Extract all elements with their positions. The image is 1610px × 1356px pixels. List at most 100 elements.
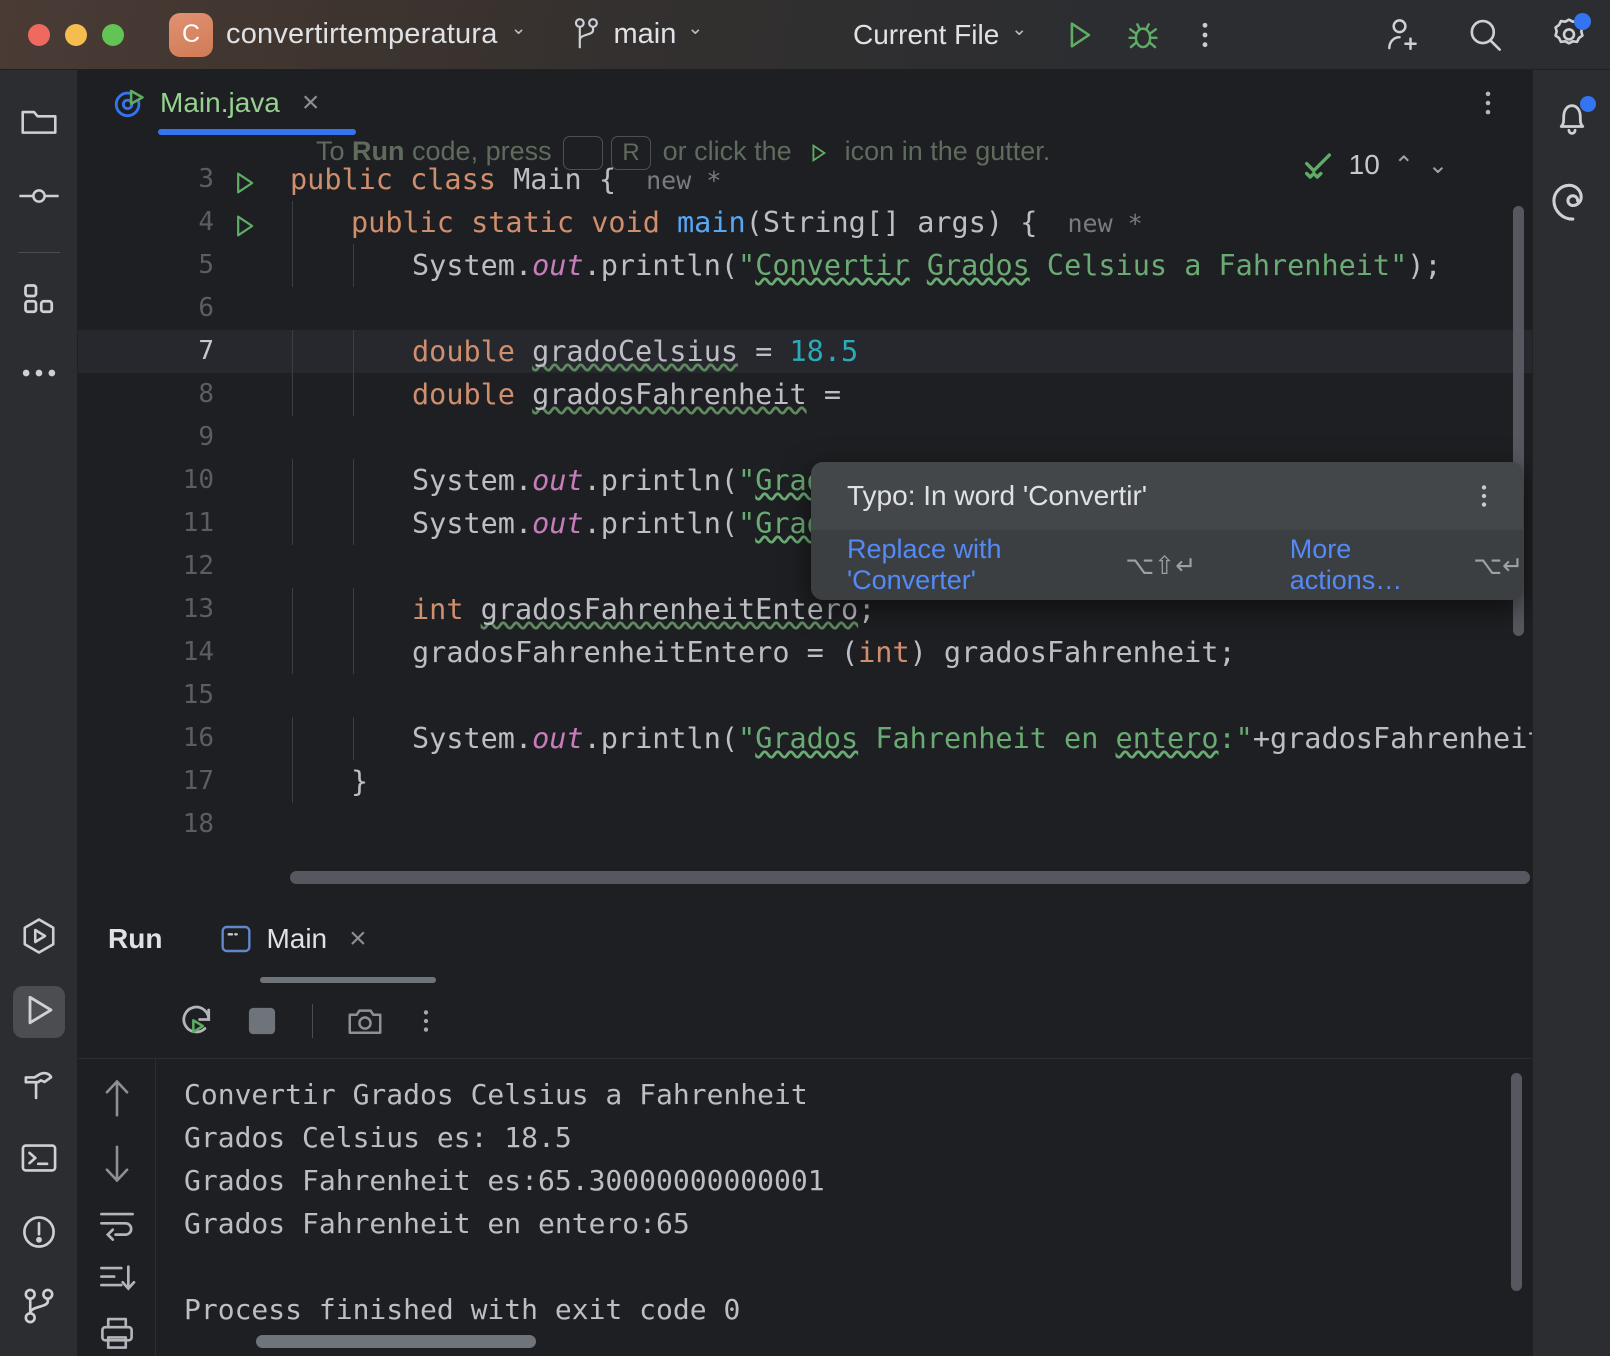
code-token: :" — [1218, 722, 1253, 755]
code-line[interactable]: 17} — [78, 760, 1532, 803]
code-token: .println( — [583, 507, 739, 540]
branch-selector[interactable]: main — [572, 17, 703, 53]
sidebar-item-services[interactable] — [13, 912, 65, 964]
sidebar-item-more[interactable] — [13, 349, 65, 401]
editor-horizontal-scrollbar[interactable] — [290, 871, 1530, 884]
code-line[interactable]: 8 double gradosFahrenheit = — [78, 373, 1532, 416]
code-text: public class Main { new * — [290, 158, 721, 201]
sidebar-item-commit[interactable] — [13, 172, 65, 224]
arrow-down-icon[interactable] — [99, 1141, 135, 1187]
line-number: 9 — [198, 422, 214, 452]
print-icon[interactable] — [98, 1315, 136, 1351]
code-text: double gradosFahrenheit = — [290, 373, 858, 416]
rerun-icon[interactable] — [178, 1002, 216, 1040]
active-run-tab-indicator — [260, 977, 436, 983]
kebab-menu-icon[interactable] — [1190, 18, 1220, 52]
sidebar-item-notifications[interactable] — [1546, 94, 1598, 146]
editor-horizontal-scrollbar-track[interactable] — [290, 871, 1530, 884]
code-token: System. — [412, 464, 533, 497]
code-line[interactable]: 6 — [78, 287, 1532, 330]
code-token: static — [471, 206, 592, 239]
editor-tab-main-java[interactable]: Main.java × — [108, 70, 323, 136]
close-window-button[interactable] — [28, 23, 50, 46]
gear-icon[interactable] — [1550, 13, 1591, 54]
code-line[interactable]: 18 — [78, 803, 1532, 846]
popup-actions: Replace with 'Converter' ⌥⇧↵ More action… — [811, 530, 1523, 600]
sidebar-item-ai-assistant[interactable] — [1546, 176, 1598, 228]
console-line: Process finished with exit code 0 — [184, 1293, 741, 1326]
minimize-window-button[interactable] — [65, 23, 87, 46]
code-line[interactable]: 16 System.out.println("Grados Fahrenheit … — [78, 717, 1532, 760]
sidebar-item-project[interactable] — [13, 98, 65, 150]
console-output[interactable]: Convertir Grados Celsius a Fahrenheit Gra… — [156, 1059, 1532, 1356]
sidebar-item-problems[interactable] — [13, 1208, 65, 1260]
close-icon[interactable]: × — [302, 87, 320, 118]
line-number: 11 — [182, 508, 214, 538]
kebab-menu-icon[interactable] — [1474, 87, 1502, 119]
project-selector[interactable]: C convertirtemperatura — [169, 12, 526, 57]
add-user-icon[interactable] — [1382, 16, 1420, 54]
services-hexagon-run-icon — [18, 915, 60, 962]
typo-inspection-popup[interactable]: Typo: In word 'Convertir' Replace with '… — [811, 462, 1523, 600]
sidebar-item-terminal[interactable] — [13, 1134, 65, 1186]
run-icon[interactable] — [1062, 18, 1096, 52]
code-token: Grados — [755, 722, 859, 755]
previous-problem-icon[interactable]: ⌃ — [1394, 151, 1414, 180]
code-text: int gradosFahrenheitEntero; — [290, 588, 875, 631]
debug-bug-icon[interactable] — [1126, 18, 1160, 52]
console-horizontal-scrollbar[interactable] — [256, 1335, 536, 1348]
arrow-up-icon[interactable] — [99, 1075, 135, 1121]
line-number: 6 — [198, 293, 214, 323]
code-token: out — [532, 722, 584, 755]
maximize-window-button[interactable] — [102, 23, 124, 46]
code-token: Grados — [926, 249, 1030, 282]
right-tool-window-stripe — [1532, 70, 1610, 1356]
code-token: gradoCelsius — [532, 335, 739, 368]
java-class-run-icon — [112, 86, 146, 120]
code-line[interactable]: 5 System.out.println("Convertir Grados Ce… — [78, 244, 1532, 287]
run-configuration-label: Current File — [853, 19, 1000, 50]
code-token: .println( — [583, 249, 739, 282]
kebab-menu-icon[interactable] — [413, 1006, 439, 1036]
ide-window: C convertirtemperatura main Current File — [0, 0, 1610, 1356]
git-branch-icon — [572, 17, 602, 53]
more-actions-link[interactable]: More actions… — [1290, 534, 1448, 596]
soft-wrap-icon[interactable] — [98, 1207, 136, 1241]
warning-circle-icon — [20, 1213, 58, 1256]
camera-icon[interactable] — [347, 1005, 383, 1037]
scroll-to-end-icon[interactable] — [98, 1261, 136, 1295]
code-line[interactable]: 14 gradosFahrenheitEntero = (int) gradosF… — [78, 631, 1532, 674]
code-line[interactable]: 9 — [78, 416, 1532, 459]
code-token: 18.5 — [789, 335, 859, 368]
sidebar-item-build[interactable] — [13, 1060, 65, 1112]
code-token: class — [410, 163, 514, 196]
code-line[interactable]: 7 double gradoCelsius = 18.5 — [78, 330, 1532, 373]
code-token: gradosFahrenheitEntero — [480, 593, 859, 626]
sidebar-item-plugins[interactable] — [13, 275, 65, 327]
run-tab-main[interactable]: Main × — [220, 922, 367, 956]
sidebar-item-version-control[interactable] — [13, 1282, 65, 1334]
line-number: 16 — [182, 723, 214, 753]
code-editor[interactable]: To Run code, press R or click the icon i… — [78, 136, 1532, 894]
run-tool-window-header: Run Main × — [78, 895, 1532, 983]
code-line[interactable]: 15 — [78, 674, 1532, 717]
hammer-icon — [20, 1065, 58, 1108]
code-token: main — [677, 206, 746, 239]
console-vertical-scrollbar[interactable] — [1511, 1073, 1522, 1291]
commit-icon — [18, 184, 60, 213]
code-token: System. — [412, 722, 533, 755]
next-problem-icon[interactable]: ⌄ — [1428, 151, 1448, 180]
inspection-widget[interactable]: 10 ⌃ ⌄ — [1301, 148, 1448, 182]
code-line[interactable]: 4 public static void main(String[] args) … — [78, 201, 1532, 244]
search-icon[interactable] — [1466, 16, 1504, 54]
code-text: double gradoCelsius = 18.5 — [290, 330, 858, 373]
stop-icon[interactable] — [246, 1005, 278, 1037]
inspection-ok-icon — [1301, 148, 1335, 182]
kebab-menu-icon[interactable] — [1471, 481, 1497, 511]
replace-with-action[interactable]: Replace with 'Converter' — [847, 534, 1099, 596]
console-horizontal-scrollbar-track[interactable] — [156, 1335, 1506, 1348]
line-number: 10 — [182, 465, 214, 495]
sidebar-item-run[interactable] — [12, 986, 65, 1038]
close-icon[interactable]: × — [349, 922, 367, 956]
run-configuration-selector[interactable]: Current File — [853, 0, 1027, 70]
